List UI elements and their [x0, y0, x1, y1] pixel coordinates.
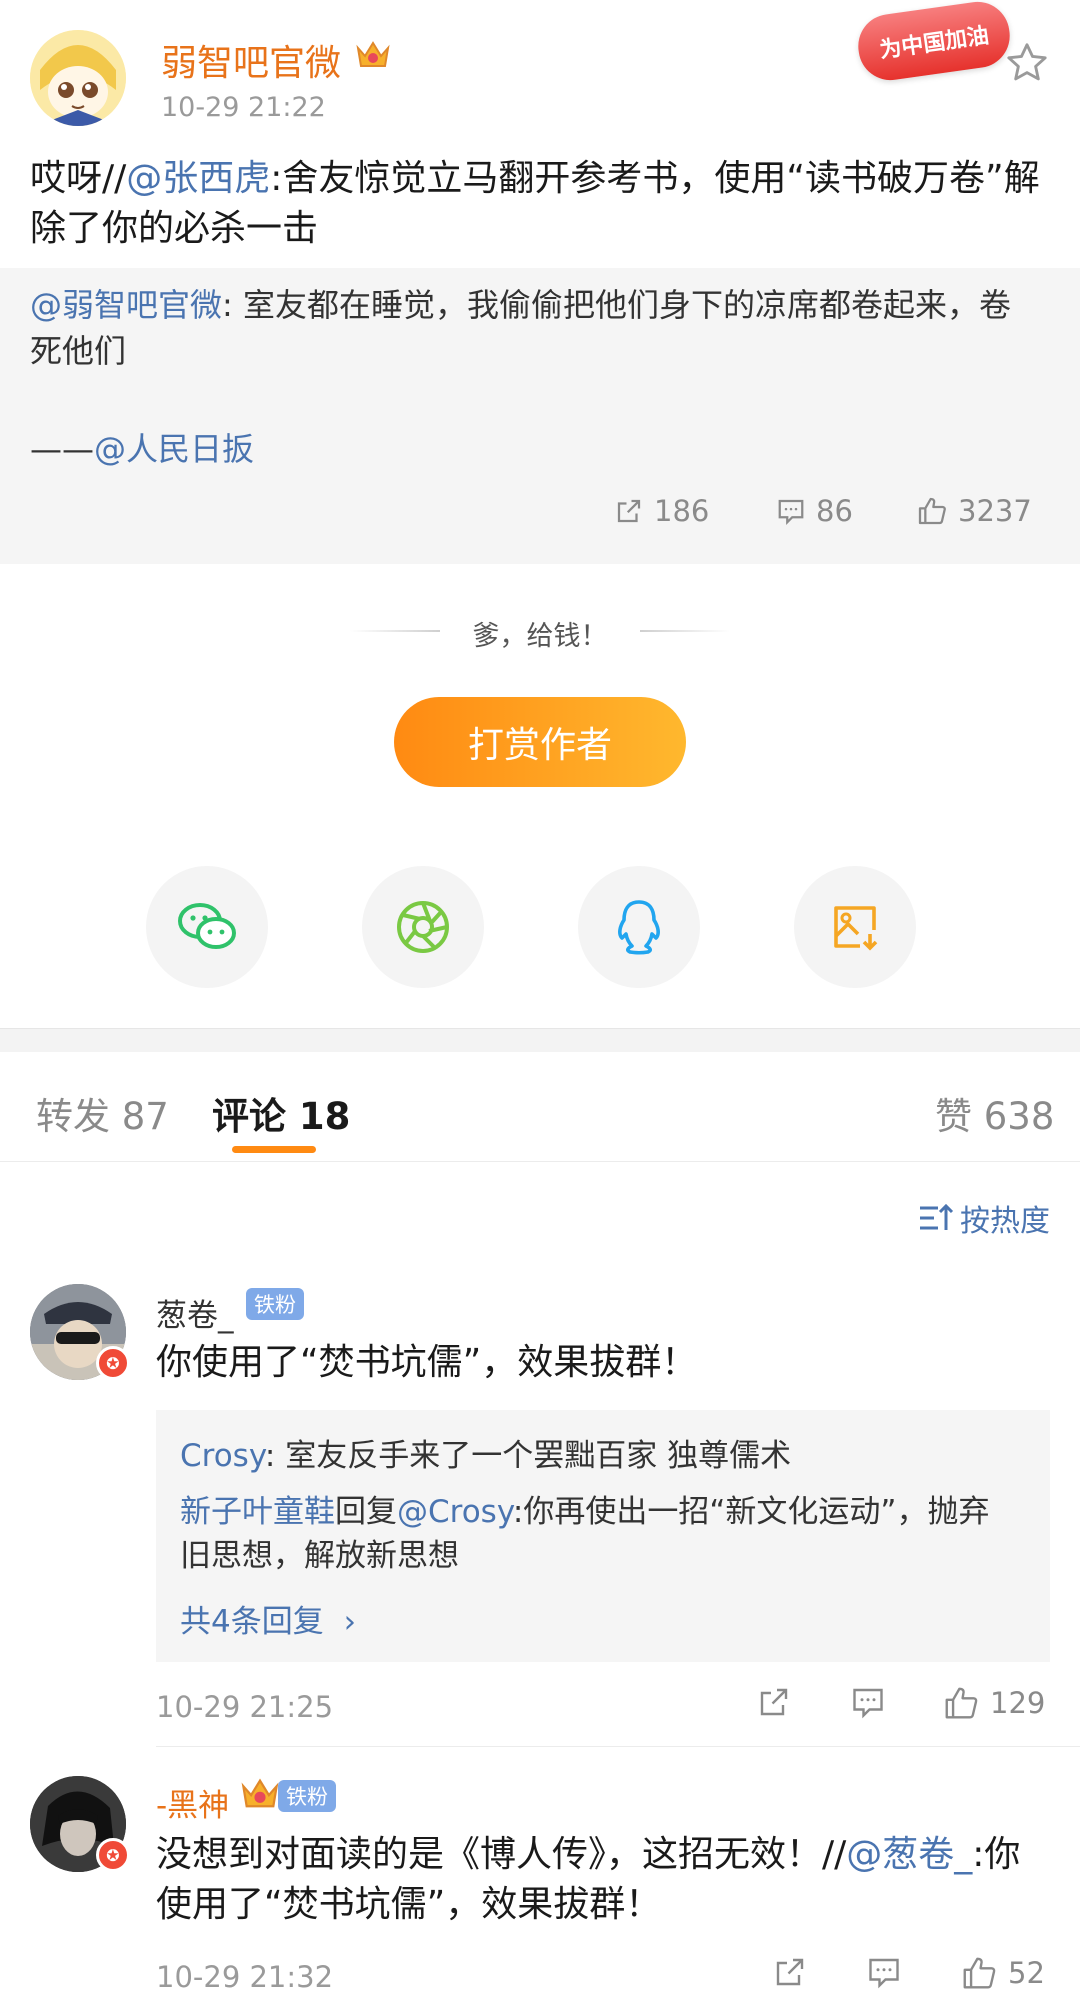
reply-item: Crosy: 室友反手来了一个罢黜百家 独尊儒术 [180, 1434, 1020, 1478]
comment-share-button[interactable] [756, 1684, 792, 1720]
mention-link[interactable]: @张西虎 [126, 158, 270, 199]
comment-like-button[interactable]: 129 [942, 1684, 1045, 1722]
comment-text: 没想到对面读的是《博人传》，这招无效！//@葱卷_:你使用了“焚书坑儒”，效果拔… [156, 1830, 1056, 1930]
comment-text: 你使用了“焚书坑儒”，效果拔群！ [156, 1342, 698, 1383]
post-text: 哎呀//@张西虎:舍友惊觉立马翻开参考书，使用“读书破万卷”解除了你的必杀一击 [30, 154, 1040, 254]
comment-reply-button[interactable] [866, 1954, 902, 1990]
comment-body: 没想到对面读的是《博人传》，这招无效！// [156, 1834, 847, 1875]
comment-divider [156, 1746, 1080, 1747]
share-save-image-button[interactable] [794, 866, 916, 988]
tabs-divider [0, 1161, 1080, 1162]
thumbs-up-icon [963, 1957, 996, 1989]
reply-mention[interactable]: @Crosy [397, 1494, 513, 1530]
moments-icon [397, 901, 449, 953]
more-replies-label: 共4条回复 [180, 1604, 324, 1640]
retweet-mention[interactable]: @弱智吧官微 [30, 286, 222, 324]
thumbs-up-icon [918, 497, 946, 525]
comment-icon [853, 1688, 883, 1719]
sort-icon [920, 1203, 954, 1230]
share-moments-button[interactable] [362, 866, 484, 988]
verified-badge-icon: ✪ [96, 1346, 130, 1380]
reply-item: 新子叶童鞋回复@Crosy:你再使出一招“新文化运动”，抛弃旧思想，解放新思想 [180, 1490, 1020, 1578]
tab-comments[interactable]: 评论 18 [212, 1086, 350, 1140]
reply-text: : 室友反手来了一个罢黜百家 独尊儒术 [264, 1438, 792, 1474]
comment-share-button[interactable] [772, 1954, 808, 1990]
reply-user[interactable]: 新子叶童鞋 [180, 1494, 335, 1530]
commenter-name[interactable]: 葱卷_ [156, 1290, 234, 1335]
save-image-icon [834, 906, 878, 951]
comment-mention[interactable]: @葱卷_ [846, 1834, 972, 1875]
qq-icon [618, 900, 660, 955]
sort-by-hot-button[interactable]: 按热度 [918, 1196, 1050, 1240]
retweet-text: @弱智吧官微: 室友都在睡觉，我偷偷把他们身下的凉席都卷起来，卷死他们 [30, 282, 1030, 374]
sort-label: 按热度 [960, 1204, 1050, 1239]
cheer-badge[interactable]: 为中国加油 [854, 0, 1014, 85]
post-time: 10-29 21:22 [161, 92, 326, 123]
signature-dash: —— [30, 430, 94, 468]
retweet-comment-stat[interactable]: 86 [776, 494, 853, 528]
retweet-like-stat[interactable]: 3237 [916, 494, 1032, 528]
comment-like-count: 129 [990, 1686, 1046, 1720]
reply-user[interactable]: Crosy [180, 1438, 265, 1474]
iron-fan-tag: 铁粉 [246, 1288, 304, 1320]
comment-reply-button[interactable] [850, 1684, 886, 1720]
comment-like-button[interactable]: 52 [960, 1954, 1045, 1992]
iron-fan-tag: 铁粉 [278, 1780, 336, 1812]
author-name[interactable]: 弱智吧官微 [161, 34, 341, 86]
verified-badge-icon: ✪ [96, 1838, 130, 1872]
comment-count: 86 [816, 494, 853, 528]
share-qq-button[interactable] [578, 866, 700, 988]
share-wechat-button[interactable] [146, 866, 268, 988]
thumbs-up-icon [945, 1687, 978, 1719]
like-count: 3237 [958, 494, 1032, 528]
tab-likes[interactable]: 赞 638 [935, 1086, 1054, 1140]
post-text-prefix: 哎呀// [30, 158, 127, 199]
tab-repost[interactable]: 转发 87 [36, 1086, 169, 1140]
wechat-icon [178, 903, 236, 949]
comment-like-count: 52 [1008, 1956, 1045, 1990]
comment-icon [778, 499, 804, 525]
comment-time: 10-29 21:32 [156, 1960, 334, 1994]
section-divider [0, 1028, 1080, 1052]
vip-crown-icon [355, 38, 391, 76]
retweet-signature: ——@人民日扳 [30, 424, 254, 470]
share-count: 186 [654, 494, 710, 528]
reward-author-button[interactable]: 打赏作者 [394, 697, 686, 787]
share-icon [760, 1688, 788, 1716]
share-icon [617, 499, 641, 523]
active-tab-indicator [232, 1146, 316, 1153]
chevron-right-icon: › [343, 1604, 356, 1640]
favorite-star-icon[interactable] [1004, 40, 1050, 90]
vip-crown-icon [240, 1774, 280, 1818]
comment-time: 10-29 21:25 [156, 1690, 334, 1724]
share-icon [776, 1958, 804, 1986]
comment-icon [869, 1958, 899, 1989]
author-avatar[interactable] [30, 30, 126, 126]
signature-mention[interactable]: @人民日扳 [94, 430, 254, 468]
more-replies-link[interactable]: 共4条回复 › [180, 1596, 356, 1641]
reward-slogan: 爹，给钱！ [472, 621, 608, 652]
commenter-name[interactable]: -黑神 [156, 1780, 229, 1825]
retweet-share-stat[interactable]: 186 [614, 494, 709, 528]
reply-word: 回复 [335, 1494, 397, 1530]
